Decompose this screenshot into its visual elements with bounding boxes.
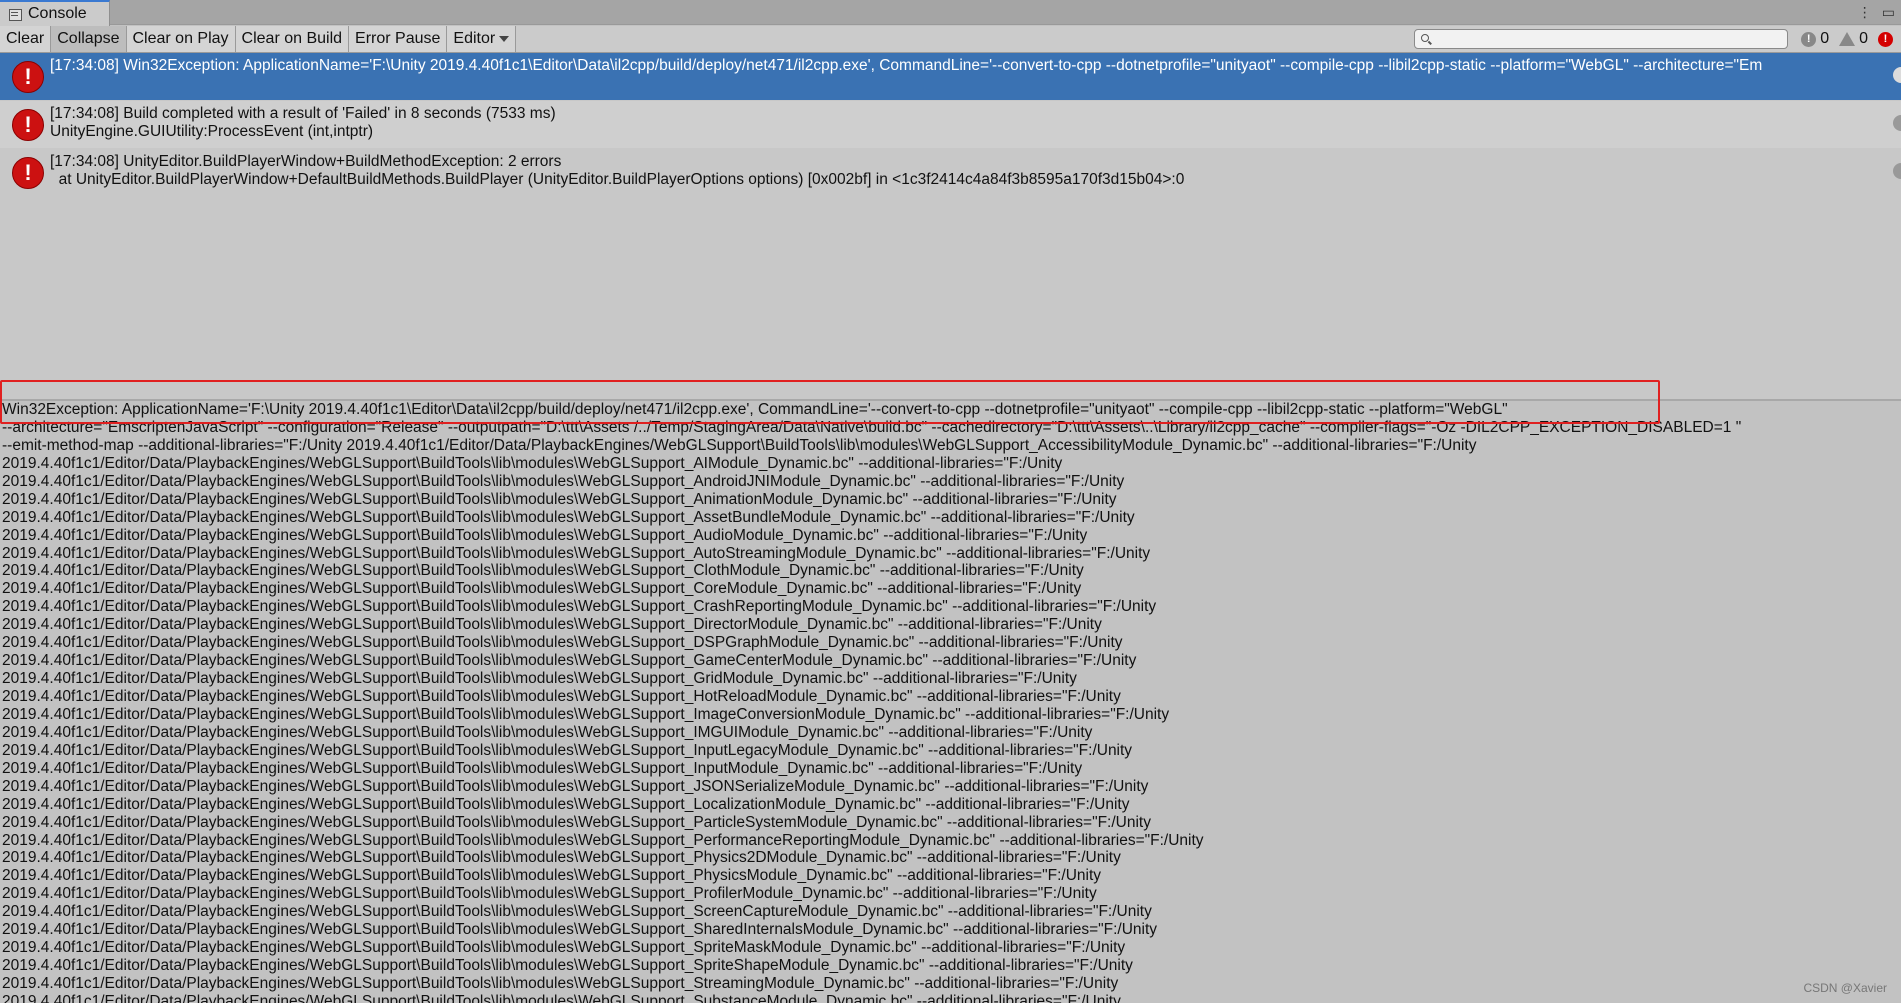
- log-count-badge: [1893, 163, 1901, 179]
- detail-line: 2019.4.40f1c1/Editor/Data/PlaybackEngine…: [2, 616, 1102, 634]
- detail-line: 2019.4.40f1c1/Editor/Data/PlaybackEngine…: [2, 580, 1082, 598]
- detail-line: 2019.4.40f1c1/Editor/Data/PlaybackEngine…: [2, 903, 1152, 921]
- log-message: [17:34:08] UnityEditor.BuildPlayerWindow…: [50, 153, 1185, 188]
- detail-line: 2019.4.40f1c1/Editor/Data/PlaybackEngine…: [2, 508, 1135, 526]
- window-controls: ⋮ ▭: [1858, 4, 1895, 21]
- error-pause-button[interactable]: Error Pause: [349, 26, 448, 52]
- detail-line: 2019.4.40f1c1/Editor/Data/PlaybackEngine…: [2, 688, 1121, 705]
- log-message: [17:34:08] Win32Exception: ApplicationNa…: [50, 57, 1763, 74]
- log-detail-pane[interactable]: Win32Exception: ApplicationName='F:\Unit…: [0, 401, 1901, 1003]
- detail-line: 2019.4.40f1c1/Editor/Data/PlaybackEngine…: [2, 992, 1121, 1003]
- detail-line: 2019.4.40f1c1/Editor/Data/PlaybackEngine…: [2, 885, 1097, 903]
- watermark: CSDN @Xavier: [1803, 981, 1887, 995]
- detail-line: Win32Exception: ApplicationName='F:\Unit…: [2, 401, 1508, 418]
- chevron-down-icon: [499, 36, 510, 42]
- detail-line: 2019.4.40f1c1/Editor/Data/PlaybackEngine…: [2, 777, 1149, 795]
- detail-line: 2019.4.40f1c1/Editor/Data/PlaybackEngine…: [2, 867, 1102, 885]
- detail-line: 2019.4.40f1c1/Editor/Data/PlaybackEngine…: [2, 939, 1126, 957]
- detail-line: 2019.4.40f1c1/Editor/Data/PlaybackEngine…: [2, 759, 1083, 777]
- editor-dropdown[interactable]: Editor: [447, 26, 517, 52]
- warning-count-toggle[interactable]: 0: [1839, 30, 1872, 48]
- detail-line: 2019.4.40f1c1/Editor/Data/PlaybackEngine…: [2, 921, 1158, 939]
- search-field[interactable]: [1414, 29, 1788, 49]
- tab-bar: Console ⋮ ▭: [0, 0, 1901, 26]
- maximize-icon[interactable]: ▭: [1882, 4, 1895, 21]
- detail-line: 2019.4.40f1c1/Editor/Data/PlaybackEngine…: [2, 849, 1121, 867]
- detail-line: 2019.4.40f1c1/Editor/Data/PlaybackEngine…: [2, 490, 1117, 508]
- console-toolbar: Clear Collapse Clear on Play Clear on Bu…: [0, 26, 1901, 53]
- collapse-button[interactable]: Collapse: [51, 26, 127, 52]
- detail-line: 2019.4.40f1c1/Editor/Data/PlaybackEngine…: [2, 795, 1130, 813]
- more-options-icon[interactable]: ⋮: [1858, 4, 1872, 21]
- detail-line: 2019.4.40f1c1/Editor/Data/PlaybackEngine…: [2, 562, 1084, 580]
- detail-line: 2019.4.40f1c1/Editor/Data/PlaybackEngine…: [2, 975, 1119, 992]
- error-count-toggle[interactable]: !: [1878, 31, 1901, 47]
- detail-line: 2019.4.40f1c1/Editor/Data/PlaybackEngine…: [2, 831, 1204, 849]
- error-icon: !: [1878, 31, 1893, 47]
- detail-line: 2019.4.40f1c1/Editor/Data/PlaybackEngine…: [2, 634, 1123, 652]
- log-entry[interactable]: ! [17:34:08] Win32Exception: Application…: [0, 53, 1901, 100]
- search-icon: [1421, 34, 1429, 42]
- clear-button[interactable]: Clear: [0, 26, 52, 52]
- log-message: [17:34:08] Build completed with a result…: [50, 105, 556, 140]
- search-input[interactable]: [1433, 30, 1783, 48]
- editor-dropdown-label: Editor: [453, 30, 496, 47]
- detail-line: 2019.4.40f1c1/Editor/Data/PlaybackEngine…: [2, 723, 1093, 741]
- error-icon: !: [12, 109, 44, 141]
- console-tab-label: Console: [28, 5, 87, 22]
- detail-line: 2019.4.40f1c1/Editor/Data/PlaybackEngine…: [2, 652, 1137, 670]
- detail-line: 2019.4.40f1c1/Editor/Data/PlaybackEngine…: [2, 526, 1088, 544]
- info-count: 0: [1820, 30, 1830, 47]
- detail-line: 2019.4.40f1c1/Editor/Data/PlaybackEngine…: [2, 670, 1077, 688]
- detail-line: 2019.4.40f1c1/Editor/Data/PlaybackEngine…: [2, 472, 1125, 490]
- error-icon: !: [12, 157, 44, 189]
- info-count-toggle[interactable]: ! 0: [1801, 30, 1833, 48]
- error-icon: !: [12, 61, 44, 93]
- detail-line: 2019.4.40f1c1/Editor/Data/PlaybackEngine…: [2, 705, 1170, 723]
- log-list[interactable]: ! [17:34:08] Win32Exception: Application…: [0, 53, 1901, 399]
- detail-line: 2019.4.40f1c1/Editor/Data/PlaybackEngine…: [2, 454, 1063, 472]
- log-count-badge: [1893, 67, 1901, 83]
- warning-count: 0: [1859, 30, 1868, 47]
- detail-line: 2019.4.40f1c1/Editor/Data/PlaybackEngine…: [2, 741, 1133, 759]
- detail-line: 2019.4.40f1c1/Editor/Data/PlaybackEngine…: [2, 813, 1151, 831]
- log-entry[interactable]: ! [17:34:08] UnityEditor.BuildPlayerWind…: [0, 149, 1901, 196]
- clear-on-build-button[interactable]: Clear on Build: [235, 26, 350, 52]
- detail-line: 2019.4.40f1c1/Editor/Data/PlaybackEngine…: [2, 598, 1157, 616]
- detail-line: --emit-method-map --additional-libraries…: [2, 436, 1477, 454]
- warning-icon: [1839, 32, 1856, 46]
- console-tab[interactable]: Console: [0, 0, 110, 26]
- log-counters: ! 0 0 !: [1801, 29, 1901, 49]
- console-icon: [8, 7, 22, 21]
- detail-line: 2019.4.40f1c1/Editor/Data/PlaybackEngine…: [2, 544, 1151, 562]
- log-count-badge: [1893, 115, 1901, 131]
- detail-line: 2019.4.40f1c1/Editor/Data/PlaybackEngine…: [2, 957, 1133, 975]
- clear-on-play-button[interactable]: Clear on Play: [126, 26, 236, 52]
- log-entry[interactable]: ! [17:34:08] Build completed with a resu…: [0, 101, 1901, 148]
- info-icon: !: [1801, 31, 1817, 47]
- detail-line: --architecture="EmscriptenJavaScript" --…: [2, 418, 1742, 436]
